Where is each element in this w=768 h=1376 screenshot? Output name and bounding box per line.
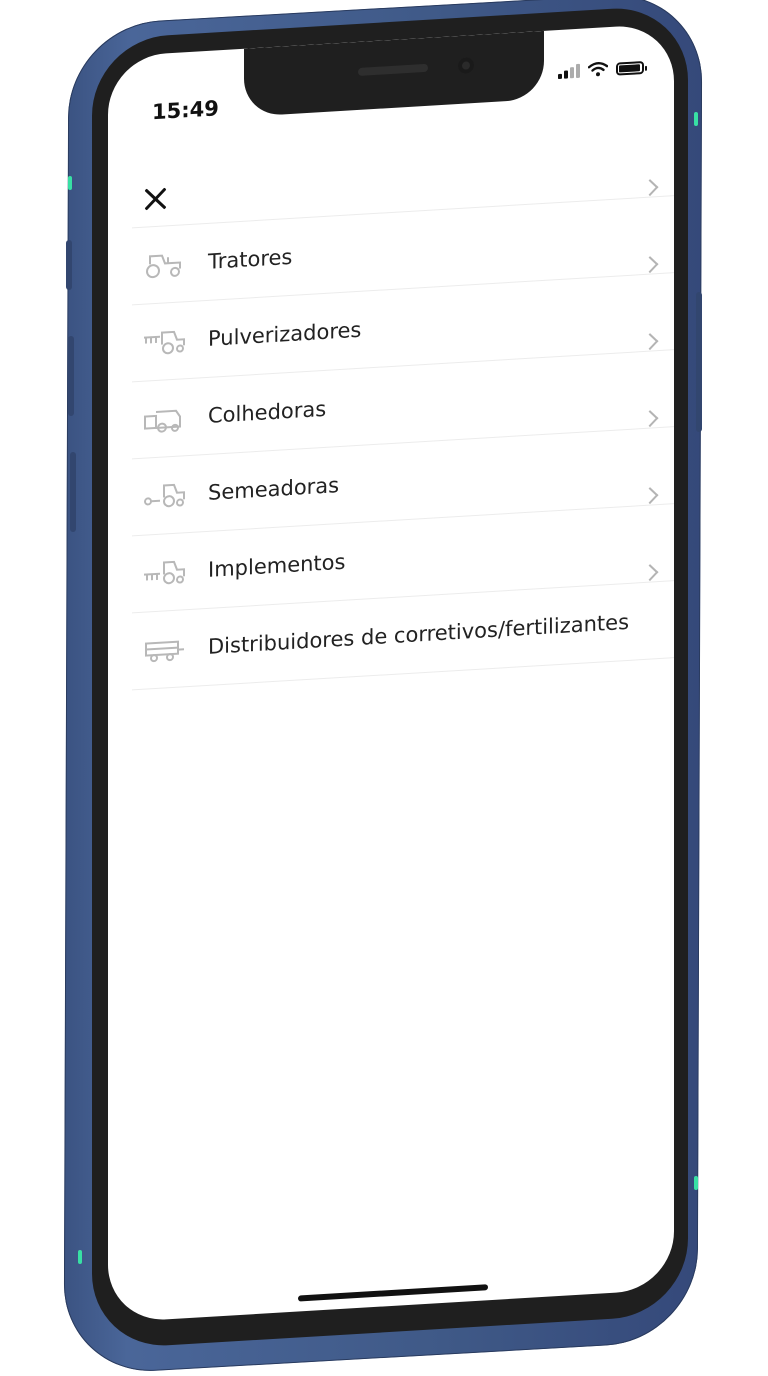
volume-button — [66, 240, 72, 290]
volume-button — [70, 452, 76, 532]
frame-accent — [694, 1176, 698, 1190]
menu-item-label: Pulverizadores — [208, 317, 362, 351]
front-camera — [458, 57, 474, 75]
frame-accent — [694, 112, 698, 126]
menu-item-label: Semeadoras — [208, 473, 340, 505]
frame-accent — [78, 1250, 82, 1264]
status-icons — [558, 59, 644, 80]
wifi-icon — [588, 62, 608, 77]
frame-accent — [68, 176, 72, 190]
menu-item-label: Colhedoras — [208, 396, 327, 428]
close-button[interactable] — [138, 181, 174, 219]
chevron-right-icon — [641, 179, 659, 197]
volume-button — [68, 336, 74, 416]
menu-item-label: Distribuidores de corretivos/fertilizant… — [208, 609, 630, 659]
speaker-grille — [358, 63, 428, 76]
sprayer-icon — [142, 325, 186, 358]
seeder-icon — [142, 479, 186, 512]
home-indicator[interactable] — [298, 1284, 488, 1302]
spreader-icon — [142, 633, 186, 666]
menu-item-label: Tratores — [208, 244, 293, 274]
power-button — [696, 292, 702, 432]
implement-icon — [142, 556, 186, 589]
battery-icon — [616, 60, 644, 76]
tractor-icon — [142, 248, 186, 281]
harvester-icon — [142, 402, 186, 435]
signal-icon — [558, 63, 580, 80]
phone-screen: 15:49 Tratores Pulverizadores Colhedoras… — [108, 23, 674, 1323]
status-time: 15:49 — [152, 96, 219, 125]
menu-list: Tratores Pulverizadores Colhedoras Semea… — [108, 179, 674, 692]
menu-item-label: Implementos — [208, 549, 346, 582]
